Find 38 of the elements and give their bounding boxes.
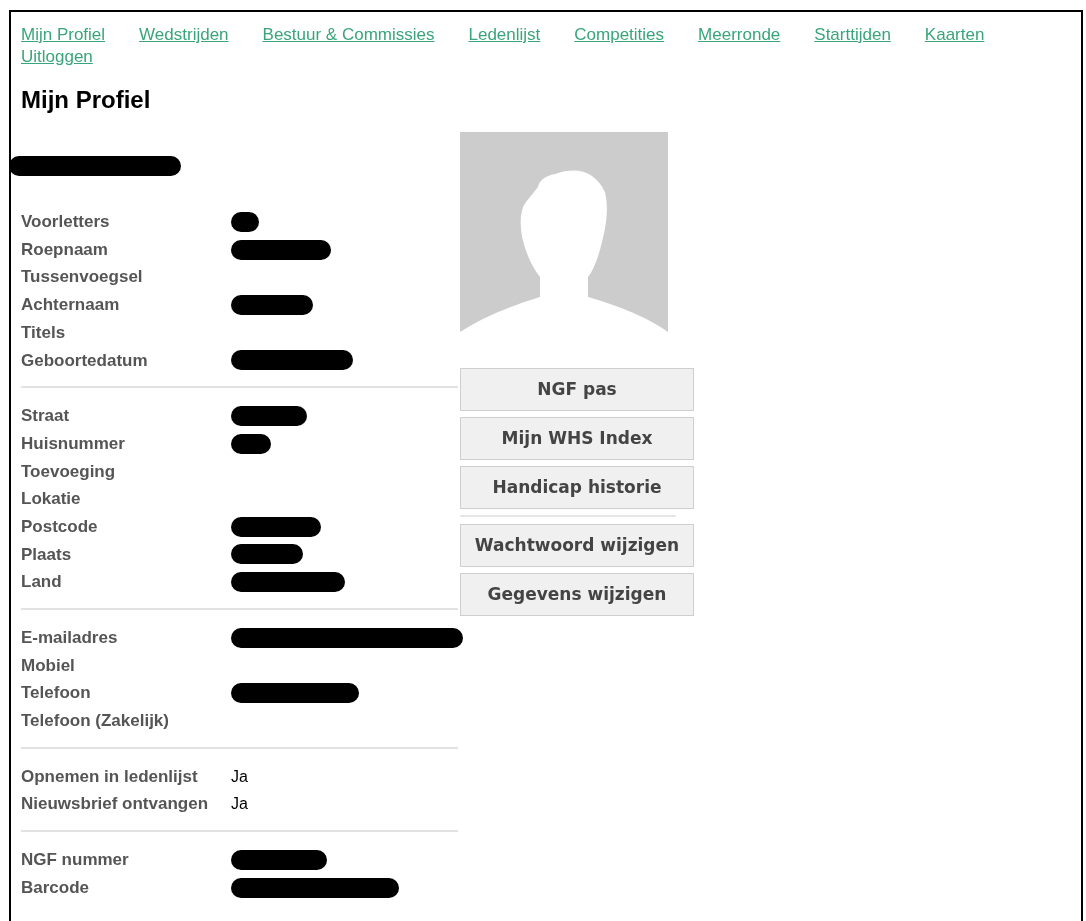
action-button[interactable]: Handicap historie (460, 466, 694, 509)
field-label: Roepnaam (21, 238, 109, 261)
field-label: Telefoon (Zakelijk) (21, 710, 170, 733)
field-label: Postcode (21, 515, 99, 538)
nav-link[interactable]: Starttijden (814, 24, 891, 46)
field-label: Titels (21, 321, 67, 344)
field-label: Lokatie (21, 488, 82, 511)
field-label: Land (21, 571, 63, 594)
field-label: Mobiel (21, 654, 76, 677)
field-value: Ja (231, 766, 248, 787)
field-label: Voorletters (21, 211, 111, 234)
field-label: E-mailadres (21, 627, 119, 650)
field-label: NGF nummer (21, 849, 130, 872)
nav-link[interactable]: Mijn Profiel (21, 24, 106, 46)
nav-link[interactable]: Ledenlijst (468, 24, 541, 46)
field-label: Opnemen in ledenlijst (21, 765, 199, 788)
action-button[interactable]: Mijn WHS Index (460, 417, 694, 460)
nav-link[interactable]: Meerronde (698, 24, 781, 46)
nav-link[interactable]: Bestuur & Commissies (262, 24, 435, 46)
field-label: Nieuwsbrief ontvangen (21, 793, 210, 816)
field-label: Barcode (21, 876, 91, 899)
field-label: Achternaam (21, 294, 121, 317)
field-label: Telefoon (21, 682, 92, 705)
nav-link[interactable]: Competities (574, 24, 665, 46)
field-label: Tussenvoegsel (21, 266, 144, 289)
action-button[interactable]: NGF pas (460, 368, 694, 411)
field-label: Geboortedatum (21, 349, 149, 372)
field-value: Ja (231, 794, 248, 815)
nav-link[interactable]: Kaarten (924, 24, 985, 46)
nav-link[interactable]: Uitloggen (21, 46, 93, 68)
action-button[interactable]: Gegevens wijzigen (460, 573, 694, 616)
nav-link[interactable]: Wedstrijden (139, 24, 229, 46)
field-label: Plaats (21, 543, 73, 566)
field-label: Toevoeging (21, 460, 117, 483)
action-button[interactable]: Wachtwoord wijzigen (460, 524, 694, 567)
field-label: Straat (21, 405, 71, 428)
page-title: Mijn Profiel (21, 85, 152, 115)
field-label: Huisnummer (21, 432, 126, 455)
